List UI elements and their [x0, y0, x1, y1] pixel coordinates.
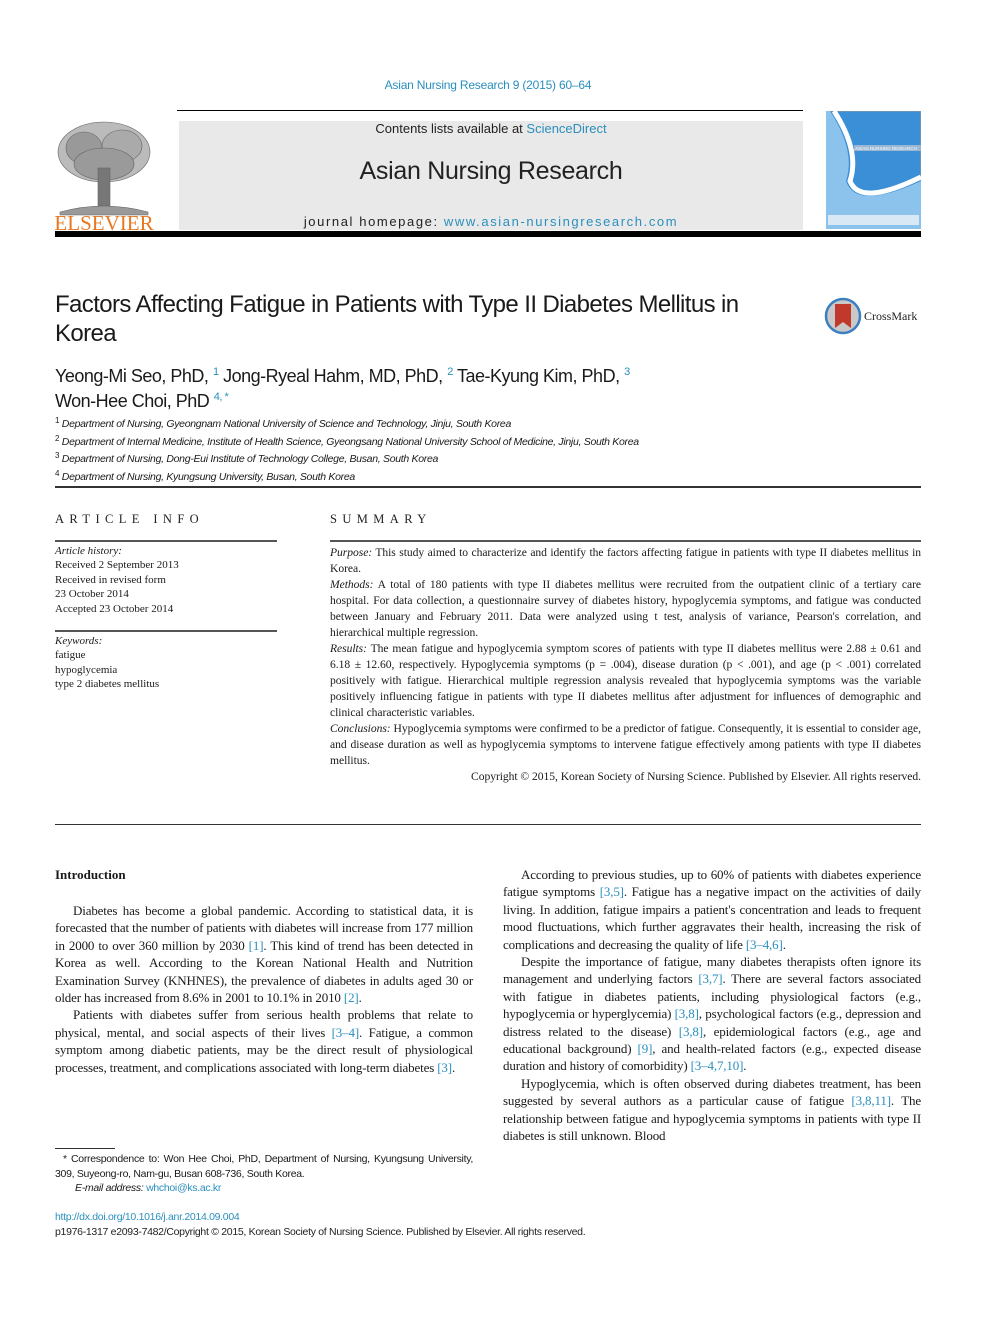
- paragraph-text: .: [451, 1059, 456, 1075]
- journal-cover[interactable]: ASIAN NURSING RESEARCH: [825, 109, 923, 230]
- divider: [55, 486, 921, 488]
- body-column-left: Diabetes has become a global pandemic. A…: [55, 902, 473, 1076]
- summary-purpose: Purpose: This study aimed to characteriz…: [330, 546, 921, 575]
- summary-heading: SUMMARY: [330, 512, 432, 526]
- email-link[interactable]: whchoi@ks.ac.kr: [146, 1182, 221, 1194]
- contents-line: Contents lists available at ScienceDirec…: [375, 121, 607, 136]
- paragraph-text: .: [782, 936, 786, 952]
- footnote-divider: [55, 1148, 115, 1149]
- reference-link[interactable]: [3]: [437, 1060, 452, 1075]
- journal-name: Asian Nursing Research: [359, 157, 623, 185]
- author[interactable]: Jong-Ryeal Hahm, MD, PhD, 2: [223, 366, 453, 386]
- divider: [55, 630, 277, 632]
- reference-link[interactable]: [3,5]: [600, 884, 624, 899]
- body-column-right: According to previous studies, up to 60%…: [503, 866, 921, 1145]
- svg-text:ASIAN NURSING RESEARCH: ASIAN NURSING RESEARCH: [855, 146, 917, 151]
- affiliations: 1 Department of Nursing, Gyeongnam Natio…: [55, 414, 639, 484]
- reference-link[interactable]: [3,8]: [679, 1024, 703, 1039]
- homepage-link[interactable]: www.asian-nursingresearch.com: [444, 214, 678, 229]
- keyword: fatigue: [55, 649, 86, 662]
- section-heading: Introduction: [55, 867, 126, 882]
- crossmark-button[interactable]: CrossMark: [824, 296, 924, 336]
- email-line: E-mail address: whchoi@ks.ac.kr: [75, 1182, 222, 1195]
- svg-text:CrossMark: CrossMark: [864, 309, 917, 323]
- divider: [55, 824, 921, 825]
- sciencedirect-link[interactable]: ScienceDirect: [526, 121, 606, 136]
- author-list: Yeong-Mi Seo, PhD, 1 Jong-Ryeal Hahm, MD…: [55, 362, 755, 412]
- affiliation: 2 Department of Internal Medicine, Insti…: [55, 433, 639, 448]
- author[interactable]: Yeong-Mi Seo, PhD, 1: [55, 366, 219, 386]
- author[interactable]: Won-Hee Choi, PhD 4, *: [55, 391, 229, 411]
- homepage-line: journal homepage: www.asian-nursingresea…: [303, 214, 679, 229]
- summary-text: Purpose: This study aimed to characteriz…: [330, 545, 921, 785]
- paragraph: Diabetes has become a global pandemic. A…: [55, 902, 473, 1006]
- tree-icon: ELSEVIER: [54, 121, 154, 235]
- svg-text:ELSEVIER: ELSEVIER: [54, 211, 153, 232]
- summary-methods: Methods: A total of 180 patients with ty…: [330, 578, 921, 639]
- keyword: hypoglycemia: [55, 663, 118, 676]
- article-info-heading: ARTICLE INFO: [55, 512, 205, 526]
- summary-copyright: Copyright © 2015, Korean Society of Nurs…: [471, 770, 921, 783]
- cover-image-icon: ASIAN NURSING RESEARCH: [825, 109, 923, 230]
- paragraph: Patients with diabetes suffer from serio…: [55, 1006, 473, 1076]
- divider: [55, 231, 921, 237]
- author[interactable]: Tae-Kyung Kim, PhD, 3: [457, 366, 630, 386]
- reference-link[interactable]: [3,7]: [698, 971, 722, 986]
- reference-link[interactable]: [3–4,6]: [746, 937, 783, 952]
- journal-banner: Contents lists available at ScienceDirec…: [179, 121, 803, 230]
- reference-link[interactable]: [3–4]: [332, 1025, 360, 1040]
- affiliation: 1 Department of Nursing, Gyeongnam Natio…: [55, 416, 511, 430]
- summary-results: Results: The mean fatigue and hypoglycem…: [330, 642, 921, 719]
- reference-link[interactable]: [1]: [249, 938, 264, 953]
- correspondence-footnote: * Correspondence to: Won Hee Choi, PhD, …: [55, 1153, 473, 1195]
- paragraph: According to previous studies, up to 60%…: [503, 866, 921, 953]
- keyword: type 2 diabetes mellitus: [55, 678, 160, 691]
- reference-link[interactable]: [3,8,11]: [851, 1093, 891, 1108]
- elsevier-logo[interactable]: ELSEVIER: [54, 120, 154, 235]
- article-title: Factors Affecting Fatigue in Patients wi…: [55, 291, 739, 347]
- paragraph: Despite the importance of fatigue, many …: [503, 953, 921, 1075]
- paragraph-text: .: [358, 990, 362, 1006]
- issn-copyright: p1976-1317 e2093-7482/Copyright © 2015, …: [55, 1226, 586, 1238]
- affiliation: 4 Department of Nursing, Kyungsung Unive…: [55, 468, 355, 483]
- divider: [177, 110, 803, 111]
- journal-citation[interactable]: Asian Nursing Research 9 (2015) 60–64: [0, 78, 976, 92]
- divider: [330, 540, 921, 542]
- summary-conclusions: Conclusions: Hypoglycemia symptoms were …: [330, 722, 921, 767]
- doi-link[interactable]: http://dx.doi.org/10.1016/j.anr.2014.09.…: [55, 1211, 240, 1223]
- reference-link[interactable]: [9]: [638, 1041, 653, 1056]
- paragraph: Hypoglycemia, which is often observed du…: [503, 1075, 921, 1145]
- crossmark-icon: CrossMark: [824, 297, 917, 335]
- reference-link[interactable]: [3,8]: [675, 1006, 699, 1021]
- keywords: Keywords: fatigue hypoglycemia type 2 di…: [55, 635, 160, 691]
- reference-link[interactable]: [2]: [344, 990, 359, 1005]
- divider: [55, 540, 277, 542]
- paragraph-text: .: [743, 1058, 747, 1074]
- reference-link[interactable]: [3–4,7,10]: [691, 1058, 744, 1073]
- affiliation: 3 Department of Nursing, Dong-Eui Instit…: [55, 451, 439, 465]
- article-history: Article history: Received 2 September 20…: [55, 545, 179, 615]
